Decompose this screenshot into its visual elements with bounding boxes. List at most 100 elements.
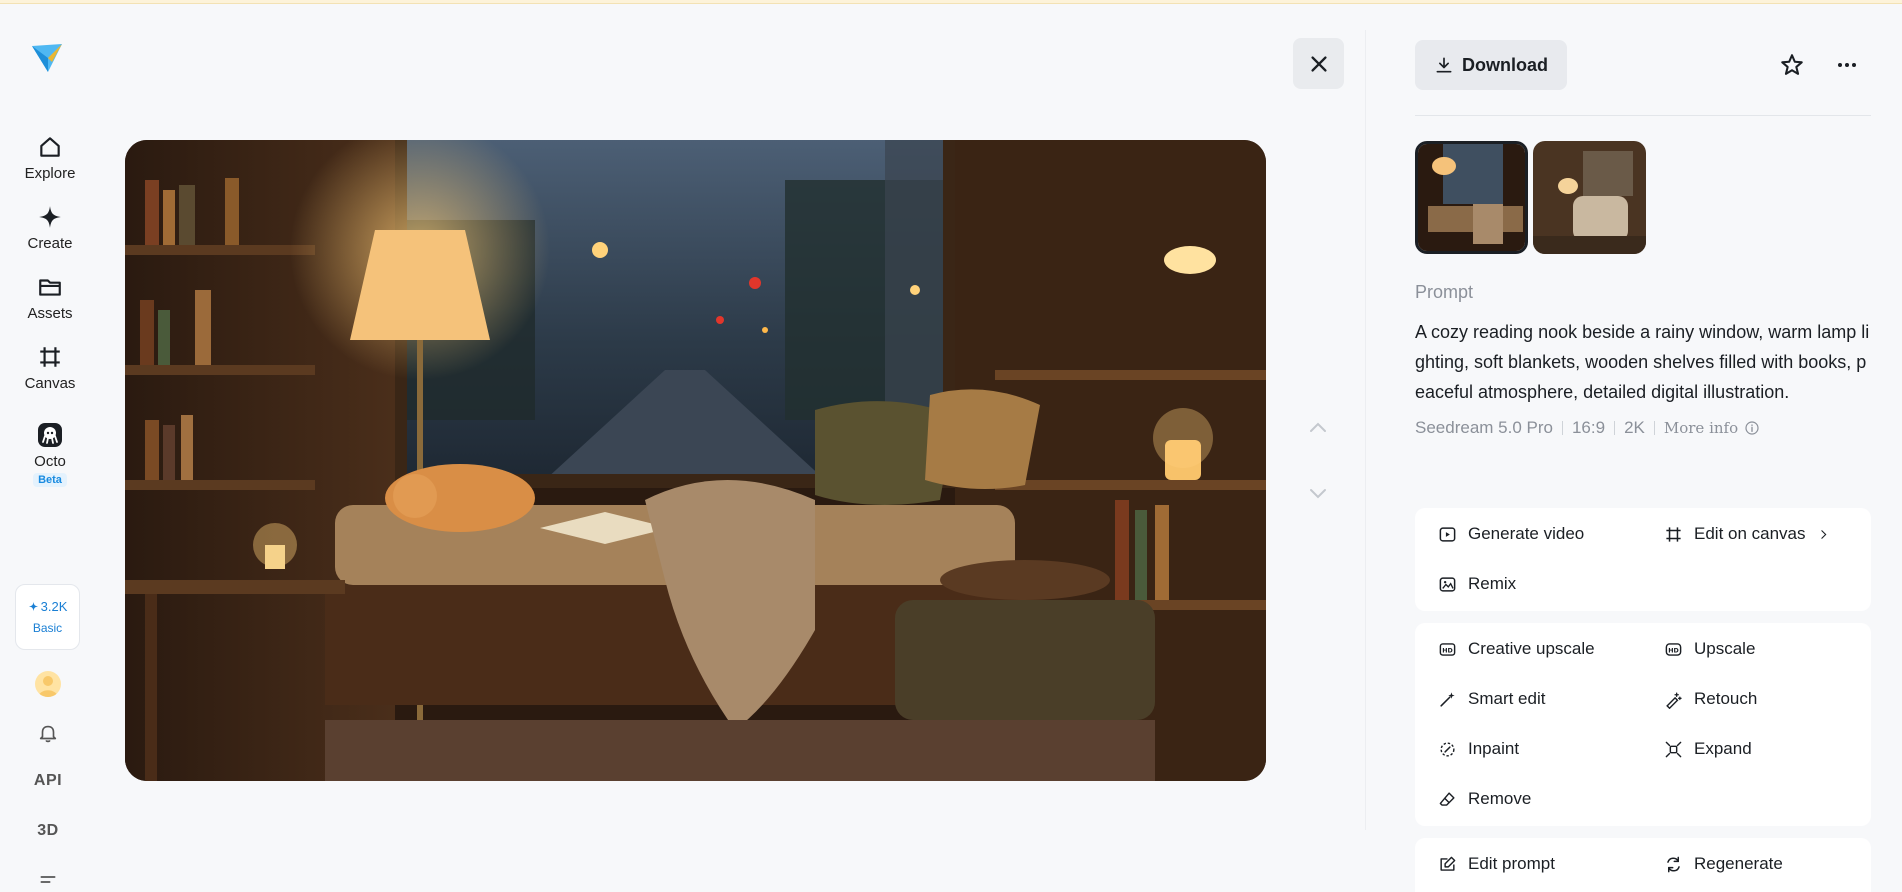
meta-separator	[1561, 421, 1563, 435]
svg-text:HD: HD	[1442, 647, 1453, 654]
expand-icon	[1665, 741, 1682, 757]
sidebar: Explore Create Assets Canvas Octo Beta 3…	[0, 4, 100, 892]
sidebar-item-canvas[interactable]: Canvas	[10, 344, 90, 392]
inpaint-icon	[1440, 741, 1455, 757]
canvas-icon	[1666, 526, 1681, 542]
creative-upscale-button[interactable]: HD Creative upscale	[1438, 639, 1595, 659]
more-horizontal-icon	[1838, 63, 1856, 67]
action-label: Upscale	[1694, 639, 1756, 658]
favorite-button[interactable]	[1777, 50, 1807, 80]
hd-icon: HD	[1665, 642, 1682, 656]
sparkle-icon	[39, 206, 61, 228]
credits-amount: 3.2K	[40, 599, 68, 614]
edit-on-canvas-button[interactable]: Edit on canvas	[1664, 524, 1830, 544]
more-info-link[interactable]: More info	[1664, 419, 1760, 437]
generation-meta: Seedream 5.0 Pro 16:9 2K More info	[1415, 418, 1760, 438]
thumbnail-2[interactable]	[1533, 141, 1646, 254]
sidebar-item-label: Canvas	[24, 375, 76, 392]
star-icon	[1781, 54, 1803, 75]
info-icon	[1745, 421, 1759, 435]
menu-button[interactable]	[30, 872, 66, 892]
thumbnail-image	[1418, 144, 1525, 251]
expand-button[interactable]: Expand	[1664, 739, 1752, 759]
canvas-icon	[40, 347, 60, 367]
thumbnail-1[interactable]	[1415, 141, 1528, 254]
hd-plus-icon: HD	[1439, 642, 1456, 656]
remix-icon	[1439, 576, 1456, 592]
action-label: Inpaint	[1468, 739, 1520, 758]
sidebar-item-label: Explore	[24, 165, 76, 182]
download-label: Download	[1462, 54, 1548, 75]
credits-widget[interactable]: 3.2K Basic	[15, 584, 80, 650]
action-label: Edit on canvas	[1694, 524, 1806, 543]
reading-nook-illustration	[125, 140, 1266, 781]
svg-text:HD: HD	[1668, 647, 1679, 654]
retouch-button[interactable]: Retouch	[1664, 689, 1757, 709]
edit-prompt-icon	[1440, 856, 1456, 871]
sidebar-item-label: Octo	[34, 453, 66, 470]
sidebar-item-explore[interactable]: Explore	[10, 134, 90, 182]
smart-edit-button[interactable]: Smart edit	[1438, 689, 1545, 709]
sidebar-item-label: Assets	[27, 305, 73, 322]
sidebar-item-octo[interactable]: Octo Beta	[10, 422, 90, 487]
actions-card-primary: Generate video Edit on canvas Remix	[1415, 508, 1871, 611]
beta-badge: Beta	[33, 473, 67, 487]
retouch-icon	[1666, 692, 1682, 709]
generate-video-button[interactable]: Generate video	[1438, 524, 1584, 544]
chevron-down-icon	[1310, 489, 1326, 499]
edit-prompt-button[interactable]: Edit prompt	[1438, 854, 1555, 874]
sparkle-icon	[28, 601, 38, 612]
regenerate-button[interactable]: Regenerate	[1664, 854, 1783, 874]
action-label: Remix	[1468, 574, 1517, 593]
three-d-link[interactable]: 3D	[30, 822, 66, 840]
actions-card-prompt: Edit prompt Regenerate	[1415, 838, 1871, 892]
action-label: Expand	[1694, 739, 1752, 758]
next-image-button[interactable]	[1303, 478, 1333, 508]
download-button[interactable]: Download	[1415, 40, 1567, 90]
action-label: Regenerate	[1694, 854, 1783, 873]
action-label: Generate video	[1468, 524, 1585, 543]
bell-icon	[39, 725, 57, 743]
meta-separator	[1614, 421, 1616, 435]
close-button[interactable]	[1293, 38, 1344, 89]
notifications-button[interactable]	[30, 722, 66, 744]
aspect-ratio: 16:9	[1571, 418, 1606, 437]
chevron-up-icon	[1310, 422, 1326, 432]
action-label: Creative upscale	[1468, 639, 1595, 658]
three-d-label: 3D	[37, 822, 59, 839]
remove-button[interactable]: Remove	[1438, 789, 1531, 809]
chevron-right-icon	[1820, 529, 1826, 539]
more-options-button[interactable]	[1832, 50, 1862, 80]
sidebar-item-assets[interactable]: Assets	[10, 274, 90, 322]
model-name: Seedream 5.0 Pro	[1415, 418, 1553, 437]
upscale-button[interactable]: HD Upscale	[1664, 639, 1755, 659]
more-info-label: More info	[1663, 419, 1739, 437]
avatar[interactable]	[35, 671, 61, 697]
sidebar-item-create[interactable]: Create	[10, 204, 90, 252]
regenerate-icon	[1667, 856, 1680, 872]
actions-card-edit: HD Creative upscale HD Upscale Smart edi…	[1415, 623, 1871, 826]
generated-image[interactable]	[125, 140, 1266, 781]
prompt-text: A cozy reading nook beside a rainy windo…	[1415, 322, 1870, 402]
action-label: Smart edit	[1468, 689, 1546, 708]
panel-divider	[1365, 30, 1366, 830]
eraser-icon	[1439, 791, 1455, 806]
remix-button[interactable]: Remix	[1438, 574, 1516, 594]
octo-icon	[38, 423, 62, 447]
video-icon	[1439, 526, 1456, 542]
download-icon	[1436, 57, 1452, 73]
action-label: Remove	[1468, 789, 1532, 808]
magic-wand-icon	[1440, 691, 1455, 707]
folder-icon	[39, 279, 61, 296]
prompt-label: Prompt	[1415, 282, 1474, 302]
api-link[interactable]: API	[30, 772, 66, 790]
inpaint-button[interactable]: Inpaint	[1438, 739, 1519, 759]
action-label: Retouch	[1694, 689, 1758, 708]
plan-label: Basic	[32, 621, 63, 635]
meta-separator	[1653, 421, 1655, 435]
close-icon	[1310, 55, 1327, 72]
action-label: Edit prompt	[1468, 854, 1555, 873]
previous-image-button[interactable]	[1303, 413, 1333, 443]
header-divider	[1415, 115, 1871, 116]
app-logo[interactable]	[30, 40, 64, 76]
